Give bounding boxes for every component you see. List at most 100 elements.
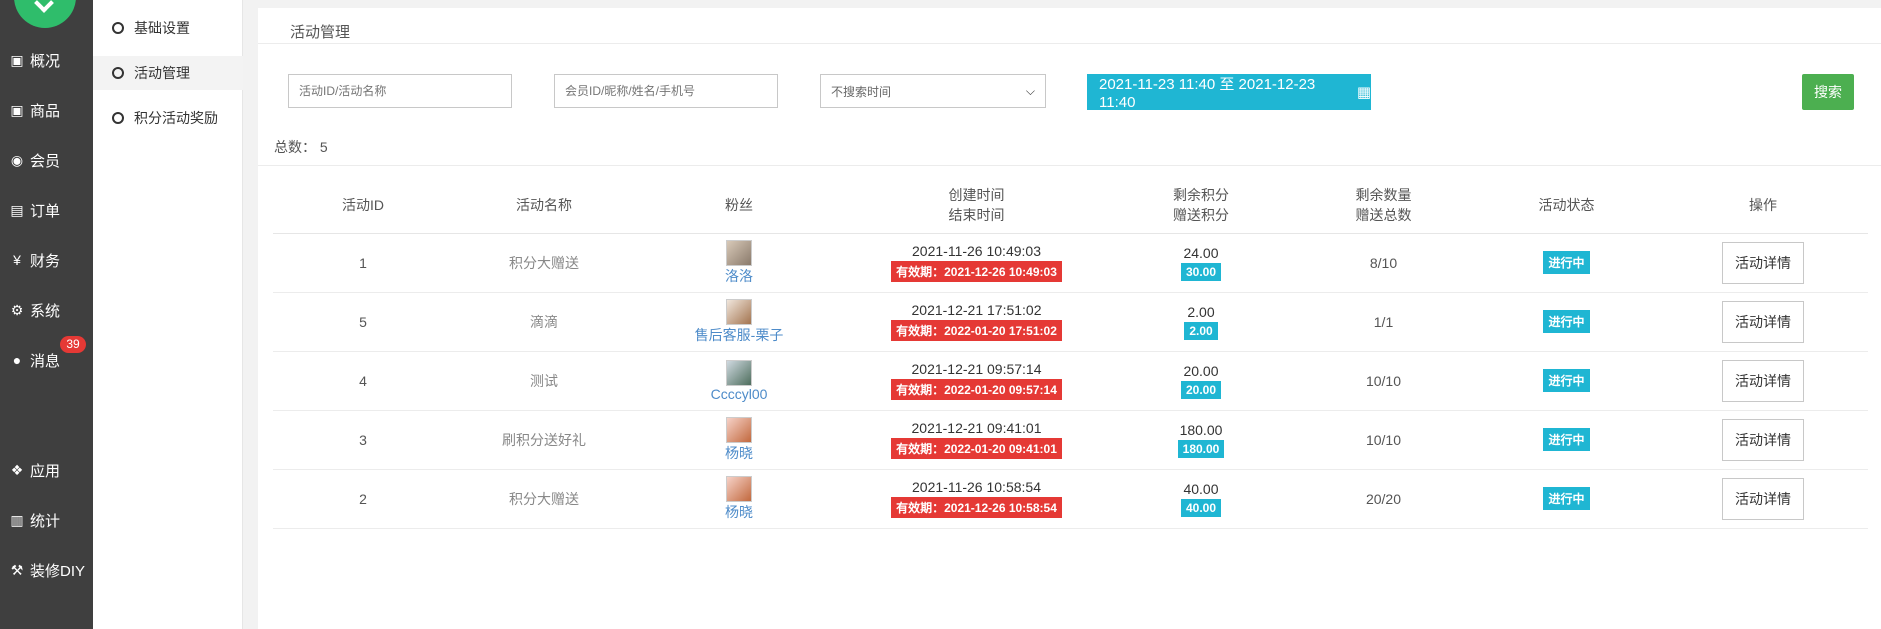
end-time-badge: 有效期：2021-12-26 10:49:03 <box>891 261 1062 282</box>
status-badge: 进行中 <box>1543 369 1590 392</box>
table-row: 3 刷积分送好礼 杨晓 2021-12-21 09:41:01 有效期：2022… <box>273 410 1868 470</box>
fan-name[interactable]: Ccccyl00 <box>635 386 843 402</box>
created-time: 2021-12-21 17:51:02 <box>911 302 1042 318</box>
cell-id: 3 <box>273 410 453 470</box>
comment-icon: ● <box>12 352 22 368</box>
cell-status: 进行中 <box>1475 469 1658 529</box>
subnav-item-basic-settings[interactable]: 基础设置 <box>93 11 243 45</box>
cell-qty: 8/10 <box>1292 233 1475 293</box>
cell-fans: 杨晓 <box>635 410 843 470</box>
subnav-item-activity-management[interactable]: 活动管理 <box>93 56 243 90</box>
cart-icon: ▤ <box>10 201 24 218</box>
sidebar-item-statistics[interactable]: ▥ 统计 <box>8 507 60 533</box>
avatar[interactable] <box>726 475 752 502</box>
col-qty: 剩余数量 赠送总数 <box>1292 178 1475 234</box>
col-time: 创建时间 结束时间 <box>843 178 1110 234</box>
sidebar-item-label: 装修DIY <box>30 562 86 580</box>
member-search-input[interactable] <box>554 74 778 108</box>
sidebar-item-label: 财务 <box>30 252 61 270</box>
chevron-down-icon: ⌵ <box>1025 83 1035 98</box>
sidebar-item-overview[interactable]: ▣ 概况 <box>8 47 60 73</box>
give-points-badge: 20.00 <box>1180 380 1222 399</box>
sidebar-item-label: 系统 <box>30 302 61 320</box>
gears-icon: ⚙ <box>10 301 24 318</box>
sidebar-item-decoration[interactable]: ⚒ 装修DIY <box>8 557 85 583</box>
fan-name[interactable]: 杨晓 <box>635 502 843 522</box>
table-body: 1 积分大赠送 洛洛 2021-11-26 10:49:03 有效期：2021-… <box>273 233 1868 529</box>
fan-name[interactable]: 杨晓 <box>635 443 843 463</box>
remain-points: 180.00 <box>1179 421 1223 438</box>
sub-sidebar: 基础设置 活动管理 积分活动奖励 <box>93 0 243 629</box>
time-filter-select[interactable]: 不搜索时间 ⌵ <box>820 74 1046 108</box>
col-name: 活动名称 <box>453 178 635 234</box>
cell-time: 2021-11-26 10:49:03 有效期：2021-12-26 10:49… <box>843 233 1110 293</box>
subnav-item-points-reward[interactable]: 积分活动奖励 <box>93 101 243 135</box>
cell-id: 5 <box>273 292 453 352</box>
activity-detail-button[interactable]: 活动详情 <box>1722 477 1804 520</box>
col-status: 活动状态 <box>1475 178 1658 234</box>
avatar[interactable] <box>726 416 752 443</box>
sidebar-item-goods[interactable]: ▣ 商品 <box>8 97 60 123</box>
status-badge: 进行中 <box>1543 428 1590 451</box>
fan-name[interactable]: 售后客服-栗子 <box>635 325 843 345</box>
total-label: 总数： <box>274 139 316 155</box>
cell-fans: 售后客服-栗子 <box>635 292 843 352</box>
sidebar-item-label: 订单 <box>30 202 61 220</box>
give-points-badge: 2.00 <box>1184 321 1218 340</box>
sidebar-item-orders[interactable]: ▤ 订单 <box>8 197 60 223</box>
remain-points: 24.00 <box>1183 244 1219 261</box>
users-icon: ◉ <box>10 151 24 168</box>
sidebar-item-apps[interactable]: ❖ 应用 <box>8 457 60 483</box>
sidebar-item-label: 统计 <box>30 512 61 530</box>
sidebar-item-members[interactable]: ◉ 会员 <box>8 147 60 173</box>
activity-search-input[interactable] <box>288 74 512 108</box>
bar-chart-icon: ▥ <box>10 511 24 528</box>
col-points: 剩余积分 赠送积分 <box>1110 178 1292 234</box>
table-row: 4 测试 Ccccyl00 2021-12-21 09:57:14 有效期：20… <box>273 351 1868 411</box>
cell-name: 滴滴 <box>453 292 635 352</box>
cell-points: 180.00 180.00 <box>1110 410 1292 470</box>
cell-qty: 20/20 <box>1292 469 1475 529</box>
sidebar-item-messages[interactable]: ● 消息 <box>8 347 60 373</box>
fan-name[interactable]: 洛洛 <box>635 266 843 286</box>
sidebar-item-label: 应用 <box>30 462 61 480</box>
activity-detail-button[interactable]: 活动详情 <box>1722 418 1804 461</box>
col-give-total: 赠送总数 <box>1355 207 1412 224</box>
col-end-time: 结束时间 <box>948 207 1005 224</box>
calendar-icon: ▦ <box>1356 84 1371 101</box>
cell-status: 进行中 <box>1475 233 1658 293</box>
date-range-picker[interactable]: 2021-11-23 11:40 至 2021-12-23 11:40 ▦ <box>1087 74 1371 111</box>
cell-fans: 杨晓 <box>635 469 843 529</box>
cell-points: 2.00 2.00 <box>1110 292 1292 352</box>
divider <box>258 43 1881 44</box>
avatar[interactable] <box>726 298 752 325</box>
cell-points: 40.00 40.00 <box>1110 469 1292 529</box>
cell-name: 刷积分送好礼 <box>453 410 635 470</box>
sidebar-item-finance[interactable]: ¥ 财务 <box>8 247 60 273</box>
activity-detail-button[interactable]: 活动详情 <box>1722 359 1804 402</box>
remain-points: 20.00 <box>1183 362 1219 379</box>
remain-points: 2.00 <box>1187 303 1215 320</box>
subnav-item-label: 活动管理 <box>134 65 190 81</box>
end-time-badge: 有效期：2022-01-20 09:57:14 <box>891 379 1062 400</box>
cell-action: 活动详情 <box>1658 233 1868 293</box>
avatar[interactable] <box>726 359 752 386</box>
avatar[interactable] <box>726 239 752 266</box>
status-badge: 进行中 <box>1543 251 1590 274</box>
total-count: 总数： 5 <box>274 137 328 157</box>
time-filter-value: 不搜索时间 <box>831 84 892 99</box>
cell-name: 积分大赠送 <box>453 469 635 529</box>
col-remain-points: 剩余积分 <box>1173 187 1229 204</box>
give-points-badge: 40.00 <box>1180 498 1222 517</box>
sidebar-item-system[interactable]: ⚙ 系统 <box>8 297 60 323</box>
message-count-badge: 39 <box>60 336 86 353</box>
activity-detail-button[interactable]: 活动详情 <box>1722 300 1804 343</box>
page-title: 活动管理 <box>290 24 351 41</box>
activity-detail-button[interactable]: 活动详情 <box>1722 241 1804 284</box>
search-button[interactable]: 搜索 <box>1802 74 1854 110</box>
cell-action: 活动详情 <box>1658 410 1868 470</box>
cell-points: 24.00 30.00 <box>1110 233 1292 293</box>
end-time-badge: 有效期：2022-01-20 17:51:02 <box>891 320 1062 341</box>
created-time: 2021-11-26 10:58:54 <box>912 479 1041 495</box>
cell-name: 测试 <box>453 351 635 411</box>
